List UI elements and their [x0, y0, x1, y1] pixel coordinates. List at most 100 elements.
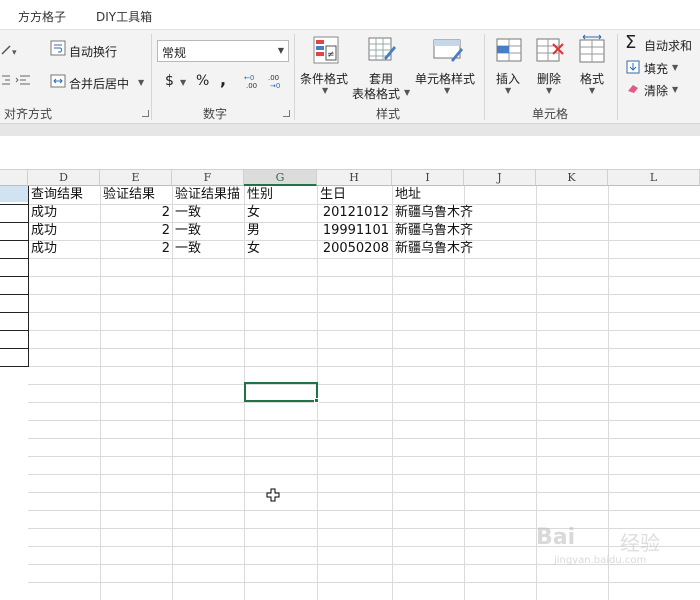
table-cell[interactable]: 新疆乌鲁木齐: [395, 222, 473, 240]
grid-line: [28, 510, 700, 511]
corner-header[interactable]: [0, 170, 28, 186]
number-format-value: 常规: [162, 46, 187, 60]
table-border: [0, 240, 28, 241]
merge-center-icon[interactable]: [50, 73, 66, 92]
table-format-icon: [368, 37, 396, 61]
indent-icon[interactable]: [0, 73, 38, 92]
conditional-format-button[interactable]: ≠: [304, 34, 348, 69]
delete-cells-button[interactable]: [534, 36, 566, 67]
table-border: [0, 348, 28, 349]
header-cell-verify-desc[interactable]: 验证结果描: [175, 186, 244, 204]
autosum-button[interactable]: 自动求和: [644, 37, 692, 54]
col-header-g[interactable]: G: [244, 170, 317, 186]
col-header-h[interactable]: H: [317, 170, 392, 186]
styles-group-label: 样式: [376, 107, 401, 121]
active-cell-selection[interactable]: [244, 382, 318, 402]
delete-label: 删除: [537, 72, 562, 86]
conditional-format-icon: ≠: [313, 36, 339, 64]
header-cell-birthday[interactable]: 生日: [320, 186, 346, 204]
col-header-i[interactable]: I: [392, 170, 464, 186]
comma-button[interactable]: ,: [220, 70, 226, 89]
group-divider: [617, 34, 618, 120]
number-format-select[interactable]: 常规 ▼: [157, 40, 289, 62]
row-header-selected[interactable]: [0, 186, 28, 202]
group-divider: [294, 34, 295, 120]
chevron-down-icon: ▼: [404, 88, 411, 97]
grid-line: [28, 438, 700, 439]
conditional-format-label: 条件格式: [300, 72, 349, 86]
spreadsheet-app: 方方格子 DIY工具箱 ▾ 自动换行 合并后居中 ▼ 对齐方式 常规 ▼ $ ▼…: [0, 0, 700, 600]
table-cell[interactable]: 2: [100, 204, 170, 222]
chevron-down-icon: ▼: [322, 86, 329, 95]
table-cell[interactable]: 2: [100, 240, 170, 258]
tab-diy-toolbox[interactable]: DIY工具箱: [96, 8, 152, 25]
currency-dropdown-icon[interactable]: ▼: [180, 78, 186, 87]
table-cell[interactable]: 女: [247, 240, 260, 258]
formula-bar[interactable]: [0, 136, 700, 170]
fill-button[interactable]: 填充: [644, 60, 668, 77]
ribbon: ▾ 自动换行 合并后居中 ▼ 对齐方式 常规 ▼ $ ▼ % , ←0.00 .…: [0, 30, 700, 124]
table-cell[interactable]: 19991101: [317, 222, 389, 240]
table-cell[interactable]: 新疆乌鲁木齐: [395, 204, 473, 222]
merge-dropdown-icon[interactable]: ▼: [138, 78, 144, 87]
col-header-j[interactable]: J: [464, 170, 536, 186]
table-cell[interactable]: 一致: [175, 240, 201, 258]
ribbon-collapse-band: [0, 124, 700, 136]
alignment-launcher-icon[interactable]: [142, 110, 149, 117]
chevron-down-icon: ▼: [277, 46, 284, 55]
table-cell[interactable]: 女: [247, 204, 260, 222]
tab-fangfang[interactable]: 方方格子: [18, 8, 66, 25]
eraser-icon: [626, 82, 640, 97]
worksheet-grid[interactable]: D E F G H I J K L 查询结果 验证结果 验证结果描 性别 生日 …: [0, 170, 700, 600]
table-cell[interactable]: 成功: [31, 240, 57, 258]
table-format-button[interactable]: [362, 34, 402, 69]
currency-button[interactable]: $: [165, 73, 174, 89]
table-cell[interactable]: 成功: [31, 222, 57, 240]
table-format-label-2: 表格格式: [352, 87, 401, 101]
table-border: [0, 366, 28, 367]
increase-decimal-icon[interactable]: ←0.00: [244, 72, 264, 93]
fill-handle[interactable]: [314, 398, 319, 403]
number-launcher-icon[interactable]: [283, 110, 290, 117]
chevron-down-icon: ▼: [672, 85, 679, 94]
grid-line: [28, 384, 700, 385]
col-header-l[interactable]: L: [608, 170, 700, 186]
table-cell[interactable]: 20050208: [317, 240, 389, 258]
grid-line: [28, 474, 700, 475]
table-cell[interactable]: 成功: [31, 204, 57, 222]
table-cell[interactable]: 男: [247, 222, 260, 240]
merge-center-button[interactable]: 合并后居中: [69, 75, 129, 92]
header-cell-address[interactable]: 地址: [395, 186, 421, 204]
grid-line: [28, 312, 700, 313]
table-cell[interactable]: 2: [100, 222, 170, 240]
col-header-e[interactable]: E: [100, 170, 172, 186]
table-border: [0, 330, 28, 331]
table-cell[interactable]: 一致: [175, 222, 201, 240]
insert-label: 插入: [496, 72, 521, 86]
header-cell-gender[interactable]: 性别: [247, 186, 273, 204]
watermark-url: jingyan.baidu.com: [554, 555, 647, 566]
col-header-f[interactable]: F: [172, 170, 244, 186]
grid-line: [28, 582, 700, 583]
insert-cells-button[interactable]: [494, 36, 524, 67]
percent-button[interactable]: %: [196, 73, 209, 89]
chevron-down-icon: ▼: [589, 86, 596, 95]
header-cell-verify-result[interactable]: 验证结果: [103, 186, 155, 204]
decrease-decimal-icon[interactable]: .00 →0: [268, 72, 288, 93]
header-cell-query-result[interactable]: 查询结果: [31, 186, 83, 204]
col-header-k[interactable]: K: [536, 170, 608, 186]
wrap-text-icon[interactable]: [50, 40, 66, 59]
cell-styles-button[interactable]: [428, 34, 468, 69]
table-cell[interactable]: 新疆乌鲁木齐: [395, 240, 473, 258]
cells-group-label: 单元格: [532, 107, 569, 121]
wrap-text-button[interactable]: 自动换行: [69, 43, 117, 60]
ribbon-tab-bar: 方方格子 DIY工具箱: [0, 0, 700, 30]
orientation-icon[interactable]: ▾: [0, 42, 22, 61]
col-header-d[interactable]: D: [28, 170, 100, 186]
table-cell[interactable]: 一致: [175, 204, 201, 222]
format-cells-button[interactable]: [576, 34, 608, 67]
svg-text:→0: →0: [270, 82, 280, 90]
clear-button[interactable]: 清除: [644, 82, 668, 99]
table-cell[interactable]: 20121012: [317, 204, 389, 222]
chevron-down-icon: ▼: [672, 63, 679, 72]
